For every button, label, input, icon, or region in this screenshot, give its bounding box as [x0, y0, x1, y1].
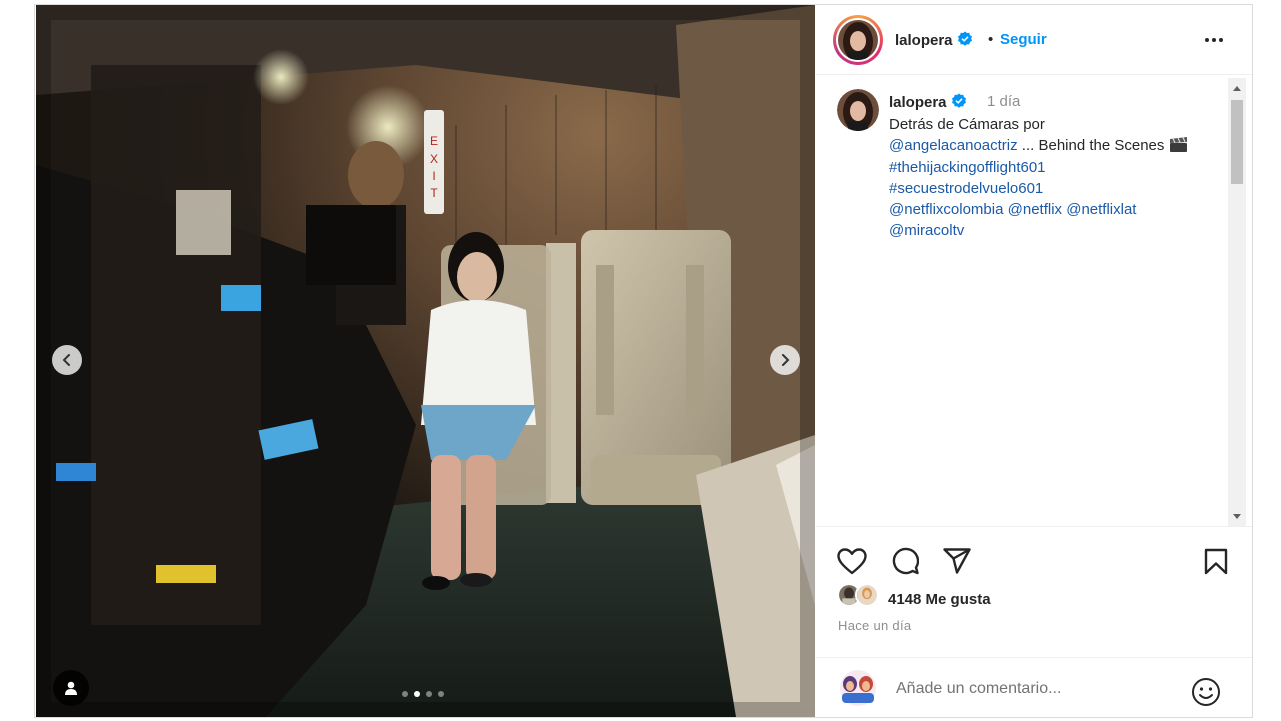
username-link[interactable]: lalopera: [895, 31, 973, 49]
user-tags-button[interactable]: [53, 670, 89, 706]
separator-dot: •: [988, 31, 994, 48]
add-comment-row: [816, 657, 1252, 718]
post-timestamp[interactable]: Hace un día: [838, 618, 911, 633]
avatar: [838, 20, 878, 60]
clapperboard-icon: [1169, 137, 1187, 153]
mention-link[interactable]: @netflix: [1008, 201, 1062, 218]
carousel-dot: [426, 691, 432, 697]
comments-area: lalopera 1 día Detrás de Cámaras por @an…: [816, 76, 1226, 526]
chevron-left-icon: [62, 354, 70, 366]
mention-link[interactable]: @netflixlat: [1066, 201, 1136, 218]
likes-count[interactable]: 4148 Me gusta: [888, 591, 991, 608]
username-text: lalopera: [895, 32, 953, 49]
emoji-button[interactable]: [1190, 676, 1222, 708]
post-details-panel: lalopera • Seguir lalopera 1 día Detrás …: [816, 5, 1252, 717]
scroll-up-button[interactable]: [1228, 80, 1246, 96]
bookmark-icon: [1204, 548, 1228, 574]
user-tag-icon: [65, 681, 77, 695]
story-ring-avatar[interactable]: [833, 15, 883, 65]
more-options-icon: [1205, 38, 1223, 42]
more-options-button[interactable]: [1202, 30, 1226, 50]
caption-username[interactable]: lalopera: [889, 93, 967, 111]
carousel-dot: [438, 691, 444, 697]
verified-badge-icon: [957, 31, 972, 46]
caption-username-text: lalopera: [889, 94, 947, 111]
comment-input[interactable]: [896, 677, 1176, 701]
emoji-icon: [1192, 678, 1220, 706]
chevron-right-icon: [782, 354, 790, 366]
avatar: [855, 583, 879, 607]
scrollbar-thumb[interactable]: [1231, 100, 1243, 184]
share-button[interactable]: [941, 545, 973, 577]
triangle-up-icon: [1233, 85, 1241, 91]
scroll-down-button[interactable]: [1228, 508, 1246, 524]
carousel-dot: [402, 691, 408, 697]
hashtag-link[interactable]: #thehijackingofflight601: [889, 159, 1046, 176]
hashtag-link[interactable]: #secuestrodelvuelo601: [889, 180, 1043, 197]
svg-text:E: E: [430, 134, 438, 148]
caption-line: Detrás de Cámaras por: [889, 116, 1045, 133]
mention-link[interactable]: @netflixcolombia: [889, 201, 1003, 218]
carousel-next-button[interactable]: [770, 345, 800, 375]
post-header: lalopera • Seguir: [816, 5, 1252, 75]
heart-icon: [837, 547, 867, 574]
like-button[interactable]: [836, 545, 868, 577]
comments-scrollbar[interactable]: [1228, 78, 1246, 526]
mention-link[interactable]: @angelacanoactriz: [889, 137, 1018, 154]
comment-button[interactable]: [889, 545, 921, 577]
svg-text:X: X: [430, 152, 438, 166]
caption-timestamp[interactable]: 1 día: [987, 93, 1020, 110]
caption-fragment: ... Behind the Scenes: [1017, 137, 1169, 155]
follow-button[interactable]: Seguir: [1000, 31, 1047, 48]
carousel-prev-button[interactable]: [52, 345, 82, 375]
carousel-indicator: [402, 691, 444, 697]
svg-text:I: I: [432, 169, 435, 183]
post-actions: 4148 Me gusta Hace un día: [816, 526, 1252, 717]
current-user-avatar: [840, 670, 876, 706]
verified-badge-icon: [951, 93, 966, 108]
post-photo: E X I T: [36, 5, 815, 717]
caption-avatar[interactable]: [837, 89, 879, 131]
mention-link[interactable]: @miracoltv: [889, 222, 964, 239]
triangle-down-icon: [1233, 513, 1241, 519]
paper-plane-icon: [943, 548, 971, 574]
save-button[interactable]: [1200, 545, 1232, 577]
post-media[interactable]: E X I T: [36, 5, 815, 717]
comment-bubble-icon: [892, 547, 919, 575]
carousel-dot-active: [414, 691, 420, 697]
caption-text: Detrás de Cámaras por @angelacanoactriz …: [889, 114, 1209, 242]
svg-text:T: T: [430, 186, 438, 200]
